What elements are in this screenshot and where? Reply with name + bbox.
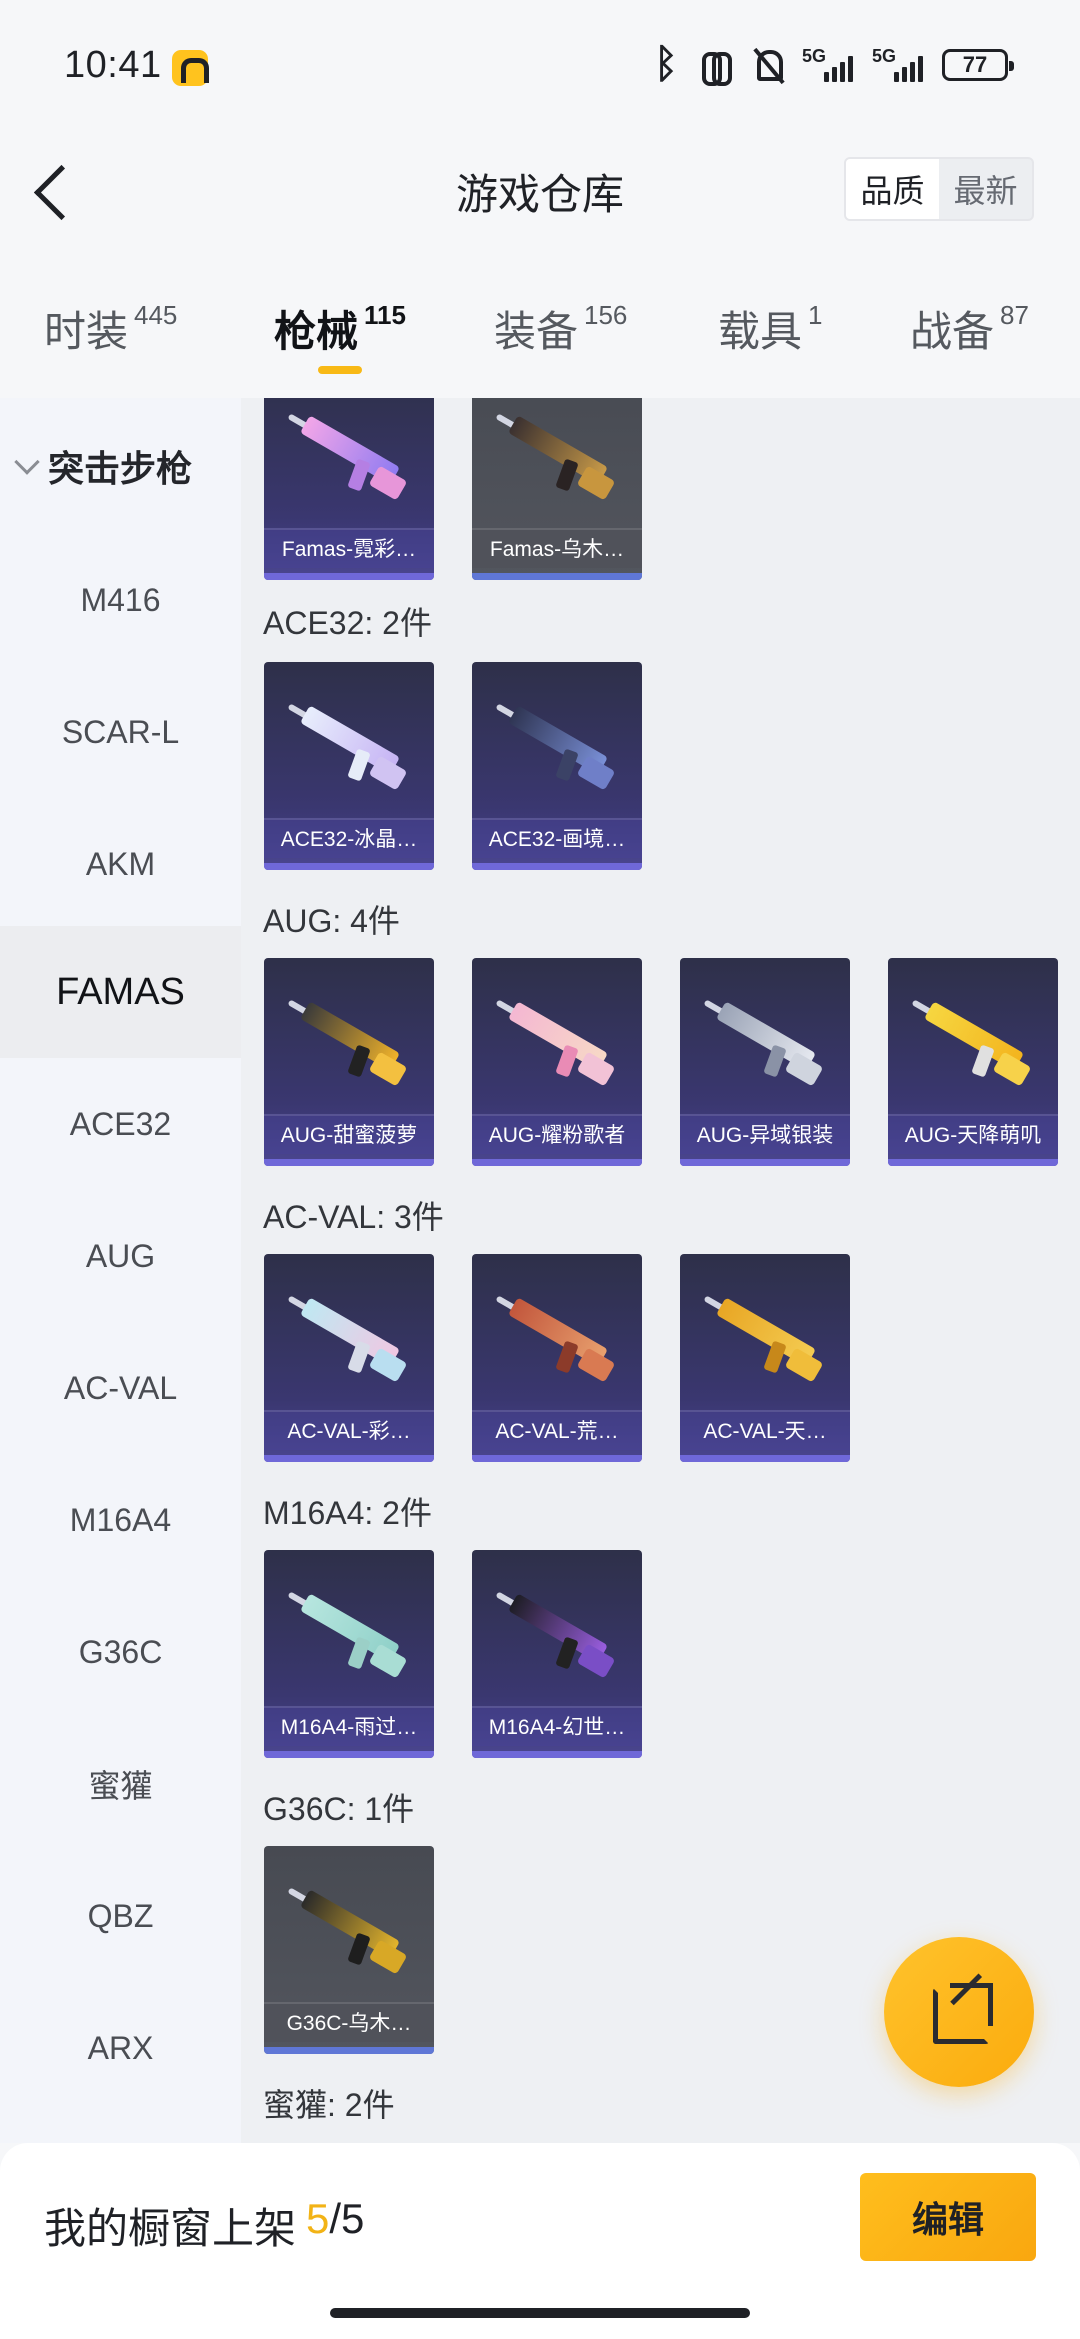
sort-quality-button[interactable]: 品质 xyxy=(846,159,939,219)
sidebar-category[interactable]: 突击步枪 xyxy=(14,440,192,492)
sidebar-item-aug[interactable]: AUG xyxy=(0,1190,241,1322)
skin-card[interactable]: Famas-乌木… xyxy=(472,398,642,580)
sidebar-item-famas[interactable]: FAMAS xyxy=(0,926,241,1058)
skin-card[interactable]: AC-VAL-彩… xyxy=(264,1254,434,1462)
rifle-icon xyxy=(495,1590,616,1682)
rifle-icon xyxy=(495,412,616,504)
skin-card[interactable]: M16A4-幻世… xyxy=(472,1550,642,1758)
skin-card[interactable]: M16A4-雨过… xyxy=(264,1550,434,1758)
rifle-icon xyxy=(495,702,616,794)
skin-card[interactable]: ACE32-画境… xyxy=(472,662,642,870)
home-indicator[interactable] xyxy=(330,2308,750,2318)
group-title-m16a4: M16A4: 2件 xyxy=(263,1495,432,1531)
tab-fashion[interactable]: 时装 445 xyxy=(44,298,177,359)
skin-card[interactable]: AC-VAL-荒… xyxy=(472,1254,642,1462)
showcase-label: 我的橱窗上架 5/5 xyxy=(44,2195,365,2252)
group-title-ac-val: AC-VAL: 3件 xyxy=(263,1199,444,1235)
rifle-icon xyxy=(287,998,408,1090)
rifle-icon xyxy=(495,998,616,1090)
weapon-sidebar: 突击步枪 M416 SCAR-L AKM FAMAS ACE32 AUG AC-… xyxy=(0,398,241,2143)
sidebar-item-ace32[interactable]: ACE32 xyxy=(0,1058,241,1190)
group-title-honey-badger: 蜜獾: 2件 xyxy=(263,2087,395,2123)
skin-card[interactable]: Famas-霓彩… xyxy=(264,398,434,580)
signal-icon: 5G xyxy=(872,46,924,84)
chevron-down-icon xyxy=(14,449,40,475)
status-icons: 5G 5G 77 xyxy=(648,42,1014,87)
edit-button[interactable]: 编辑 xyxy=(860,2173,1036,2261)
sort-toggle: 品质 最新 xyxy=(844,157,1034,221)
skin-card[interactable]: AUG-耀粉歌者 xyxy=(472,958,642,1166)
earbuds-icon xyxy=(700,48,734,86)
showcase-count-total: /5 xyxy=(329,2195,365,2242)
sort-newest-button[interactable]: 最新 xyxy=(939,159,1032,219)
rifle-icon xyxy=(287,1590,408,1682)
active-tab-indicator xyxy=(318,366,362,374)
group-title-ace32: ACE32: 2件 xyxy=(263,605,432,641)
signal-icon: 5G xyxy=(802,46,854,84)
skin-card[interactable]: AUG-甜蜜菠萝 xyxy=(264,958,434,1166)
rifle-icon xyxy=(495,1294,616,1386)
bluetooth-icon xyxy=(648,42,682,87)
sidebar-item-m416[interactable]: M416 xyxy=(0,534,241,666)
battery-icon: 77 xyxy=(942,49,1014,81)
sidebar-item-akm[interactable]: AKM xyxy=(0,798,241,930)
sidebar-item-qbz[interactable]: QBZ xyxy=(0,1850,241,1982)
skin-card[interactable]: ACE32-冰晶… xyxy=(264,662,434,870)
skin-card[interactable]: AC-VAL-天… xyxy=(680,1254,850,1462)
share-button[interactable] xyxy=(884,1937,1034,2087)
showcase-bar: 我的橱窗上架 5/5 编辑 xyxy=(0,2143,1080,2339)
rifle-icon xyxy=(287,1294,408,1386)
sidebar-item-arx[interactable]: ARX xyxy=(0,1982,241,2114)
rifle-icon xyxy=(287,702,408,794)
showcase-count-current: 5 xyxy=(306,2195,330,2242)
category-tabs: 时装 445 枪械 115 装备 156 载具 1 战备 87 xyxy=(0,270,1080,395)
status-bar: 10:41 5G 5G 77 xyxy=(0,0,1080,135)
skin-grid: Famas-霓彩… Famas-乌木… ACE32: 2件 ACE32-冰晶… … xyxy=(241,398,1080,2143)
sidebar-item-scar-l[interactable]: SCAR-L xyxy=(0,666,241,798)
external-link-icon xyxy=(950,1973,983,2006)
tab-firearms[interactable]: 枪械 115 xyxy=(274,298,406,359)
tab-equipment[interactable]: 装备 156 xyxy=(494,298,627,359)
sidebar-item-ac-val[interactable]: AC-VAL xyxy=(0,1322,241,1454)
skin-card[interactable]: AUG-天降萌叽 xyxy=(888,958,1058,1166)
rifle-icon xyxy=(703,998,824,1090)
mute-icon xyxy=(752,48,784,82)
tab-vehicles[interactable]: 载具 1 xyxy=(718,298,822,359)
battery-level: 77 xyxy=(962,52,988,77)
rifle-icon xyxy=(703,1294,824,1386)
sidebar-item-m16a4[interactable]: M16A4 xyxy=(0,1454,241,1586)
group-title-aug: AUG: 4件 xyxy=(263,903,400,939)
sidebar-item-g36c[interactable]: G36C xyxy=(0,1586,241,1718)
rifle-icon xyxy=(911,998,1032,1090)
nav-bar: 游戏仓库 品质 最新 xyxy=(0,135,1080,255)
group-title-g36c: G36C: 1件 xyxy=(263,1791,415,1827)
status-time: 10:41 xyxy=(64,44,162,86)
skin-card[interactable]: AUG-异域银装 xyxy=(680,958,850,1166)
rifle-icon xyxy=(287,412,408,504)
app-notification-icon xyxy=(172,50,209,86)
sidebar-item-honey-badger[interactable]: 蜜獾 xyxy=(0,1718,241,1850)
skin-card[interactable]: G36C-乌木… xyxy=(264,1846,434,2054)
tab-supplies[interactable]: 战备 87 xyxy=(910,298,1029,359)
rifle-icon xyxy=(287,1886,408,1978)
